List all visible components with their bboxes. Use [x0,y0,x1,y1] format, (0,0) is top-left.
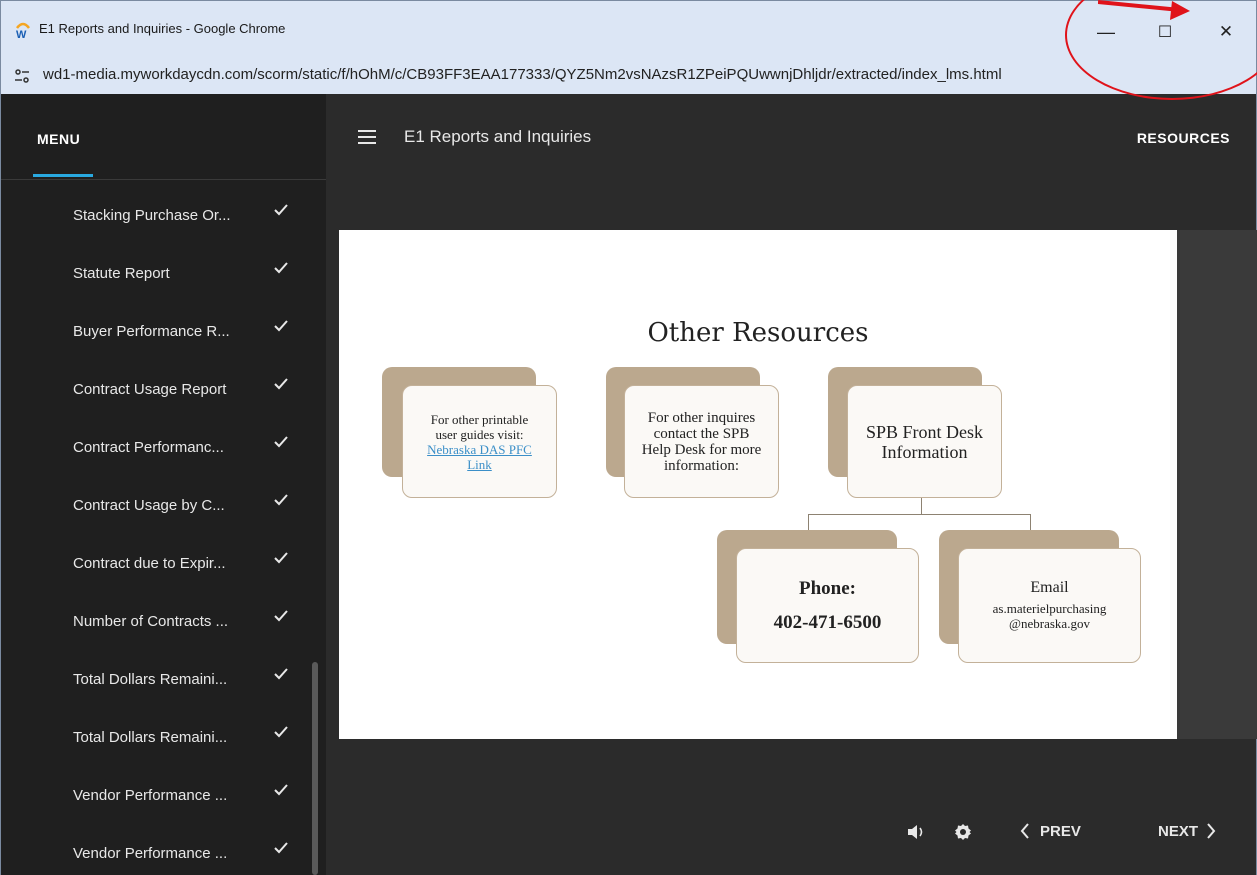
email-label: Email [1030,579,1069,596]
sidebar-item[interactable]: Statute Report [1,244,326,302]
check-icon [274,726,288,738]
card-text: contact the SPB [653,425,750,442]
address-bar: wd1-media.myworkdaycdn.com/scorm/static/… [0,58,1257,94]
card-text: For other printable [430,411,529,427]
nebraska-das-pfc-link[interactable]: Nebraska DAS PFC [427,442,532,457]
card-text: Help Desk for more [641,441,762,458]
gear-icon[interactable] [954,823,972,841]
menu-header: MENU [1,94,326,180]
sidebar-item[interactable]: Total Dollars Remaini... [1,708,326,766]
volume-icon[interactable] [907,824,925,840]
card-phone: Phone: 402-471-6500 [736,548,919,663]
slide: Other Resources For other printable user… [339,230,1177,739]
check-icon [274,494,288,506]
main-content: E1 Reports and Inquiries RESOURCES Other… [326,94,1257,875]
check-icon [274,436,288,448]
connector-line [808,514,809,530]
sidebar-item-label: Statute Report [73,264,170,282]
check-icon [274,378,288,390]
nebraska-das-pfc-link-2[interactable]: Link [467,457,492,472]
phone-number: 402-471-6500 [773,611,882,633]
prev-label: PREV [1040,822,1081,840]
chevron-left-icon [1020,823,1029,839]
svg-text:W: W [16,29,27,39]
sidebar-item-label: Contract Performanc... [73,438,224,456]
sidebar-item[interactable]: Vendor Performance ... [1,766,326,824]
prev-button[interactable]: PREV [1020,816,1081,846]
sidebar-item[interactable]: Total Dollars Remaini... [1,650,326,708]
sidebar-item[interactable]: Number of Contracts ... [1,592,326,650]
sidebar-item[interactable]: Vendor Performance ... [1,824,326,875]
connector-line [808,514,1030,515]
card-email: Email as.materielpurchasing @nebraska.go… [958,548,1141,663]
phone-label: Phone: [799,577,856,599]
sidebar: MENU Stacking Purchase Or... Statute Rep… [0,94,326,875]
check-icon [274,610,288,622]
next-label: NEXT [1158,822,1199,840]
menu-tab-indicator [33,174,93,177]
site-info-icon[interactable] [13,67,31,85]
hamburger-menu-icon[interactable] [358,130,376,144]
minimize-button[interactable]: — [1091,19,1121,45]
close-button[interactable]: ✕ [1211,19,1241,45]
window-title: E1 Reports and Inquiries - Google Chrome [39,21,286,36]
check-icon [274,784,288,796]
next-button[interactable]: NEXT [1158,816,1216,846]
slide-side-panel [1177,230,1257,739]
email-address: as.materielpurchasing [992,601,1107,616]
check-icon [274,668,288,680]
sidebar-item-label: Total Dollars Remaini... [73,670,228,688]
check-icon [274,204,288,216]
sidebar-item-label: Total Dollars Remaini... [73,728,228,746]
check-icon [274,842,288,854]
chevron-right-icon [1207,823,1216,839]
check-icon [274,552,288,564]
workday-logo-icon: W [16,22,30,39]
card-text: SPB Front Desk [865,421,984,442]
connector-line [921,498,922,514]
card-printable-guides: For other printable user guides visit: N… [402,385,557,498]
card-text: user guides visit: [435,426,524,442]
check-icon [274,320,288,332]
card-text: information: [664,457,739,474]
sidebar-item-label: Contract Usage by C... [73,496,225,514]
menu-label[interactable]: MENU [37,131,80,147]
card-help-desk: For other inquires contact the SPB Help … [624,385,779,498]
sidebar-item-label: Contract Usage Report [73,380,227,398]
connector-line [1030,514,1031,530]
sidebar-item[interactable]: Stacking Purchase Or... [1,186,326,244]
sidebar-item-label: Vendor Performance ... [73,844,228,862]
sidebar-item-label: Vendor Performance ... [73,786,228,804]
sidebar-item-label: Stacking Purchase Or... [73,206,231,224]
resources-button[interactable]: RESOURCES [1137,130,1230,146]
check-icon [274,262,288,274]
card-spb-front-desk: SPB Front Desk Information [847,385,1002,498]
email-address-domain: @nebraska.gov [1009,616,1090,631]
card-text: For other inquires [647,409,756,426]
sidebar-scrollbar[interactable] [312,662,318,875]
sidebar-item-label: Number of Contracts ... [73,612,229,630]
sidebar-item-label: Buyer Performance R... [73,322,230,340]
sidebar-item[interactable]: Contract Performanc... [1,418,326,476]
course-title: E1 Reports and Inquiries [404,127,592,146]
sidebar-item[interactable]: Contract Usage by C... [1,476,326,534]
slide-title: Other Resources [647,318,869,348]
menu-list: Stacking Purchase Or... Statute Report B… [1,186,326,875]
sidebar-item[interactable]: Buyer Performance R... [1,302,326,360]
sidebar-item[interactable]: Contract due to Expir... [1,534,326,592]
url-text[interactable]: wd1-media.myworkdaycdn.com/scorm/static/… [43,66,1002,83]
maximize-button[interactable]: ☐ [1150,19,1180,45]
window-titlebar: W E1 Reports and Inquiries - Google Chro… [0,0,1257,58]
card-text: Information [881,441,968,462]
sidebar-item[interactable]: Contract Usage Report [1,360,326,418]
sidebar-item-label: Contract due to Expir... [73,554,226,572]
